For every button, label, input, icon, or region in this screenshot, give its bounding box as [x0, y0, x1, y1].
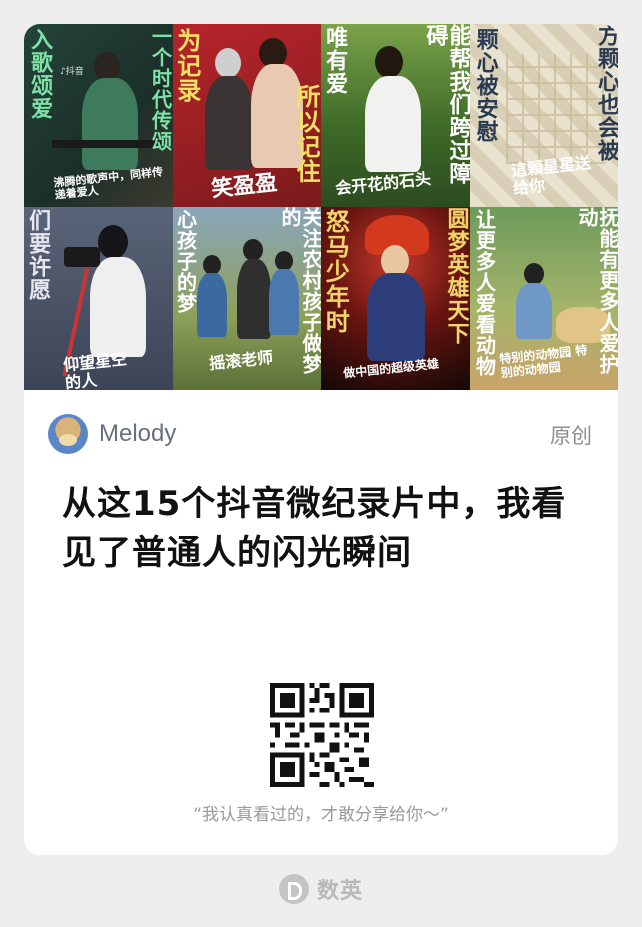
- brand-logo-icon: [278, 874, 309, 904]
- poster-4-side: 方颗心也会被: [594, 24, 618, 162]
- brand-name: 数英: [316, 879, 363, 904]
- poster-6-headline: 心孩子的梦: [173, 209, 198, 314]
- poster-7-headline: 怒马少年时: [321, 209, 351, 334]
- poster-figure-body: [365, 76, 421, 172]
- poster-figure-body: [515, 283, 552, 339]
- poster-4[interactable]: 颗心被安慰 方颗心也会被 這顆星星送给你: [469, 24, 618, 207]
- poster-5-headline: 们要许愿: [25, 209, 52, 301]
- poster-1-caption: 沸腾的歌声中，同样传递着爱人: [52, 165, 164, 202]
- poster-2[interactable]: 为记录 所以记住 笑盈盈: [172, 24, 321, 207]
- poster-figure-body: [90, 257, 146, 357]
- share-caption: “我认真看过的，才敢分享给你～”: [193, 805, 449, 825]
- poster-figure: [242, 239, 263, 261]
- poster-2-caption: 笑盈盈: [209, 169, 278, 203]
- poster-figure: [214, 48, 241, 78]
- poster-3-headline: 唯有爱: [322, 26, 349, 95]
- poster-3-caption: 会开花的石头: [334, 169, 432, 198]
- poster-6[interactable]: 心孩子的梦 关注农村孩子做梦的 摇滚老师: [172, 207, 321, 390]
- drawing-grid: [505, 54, 606, 164]
- poster-figure: [523, 263, 544, 285]
- poster-1[interactable]: 入歌颂爱 一个时代传颂 沸腾的歌声中，同样传递着爱人 ♪抖音: [24, 24, 173, 207]
- poster-4-caption: 這顆星星送给你: [509, 152, 592, 198]
- poster-7-side: 圆梦英雄天下: [443, 207, 470, 345]
- poster-figure: [375, 46, 403, 78]
- poster-figure-body: [82, 78, 138, 170]
- douyin-logo: ♪抖音: [60, 67, 84, 77]
- footer-brand[interactable]: 数英: [0, 871, 642, 907]
- poster-figure-body: [367, 273, 425, 361]
- poster-4-headline: 颗心被安慰: [472, 28, 499, 143]
- qr-code: [270, 683, 374, 787]
- poster-6-side: 关注农村孩子做梦的: [278, 207, 321, 375]
- poster-1-side: 一个时代传颂: [148, 26, 173, 152]
- table-shape: [52, 140, 162, 148]
- author-row[interactable]: Melody 原创: [48, 414, 594, 454]
- author-name[interactable]: Melody: [99, 420, 176, 448]
- poster-figure-body: [196, 273, 227, 337]
- poster-8-headline: 让更多人爱看动物: [472, 209, 497, 377]
- article-title[interactable]: 从这15个抖音微纪录片中，我看见了普通人的闪光瞬间: [62, 480, 582, 578]
- poster-6-caption: 摇滚老师: [207, 347, 274, 374]
- poster-5-caption: 仰望星空的人: [62, 349, 128, 390]
- poster-figure-body: [236, 259, 271, 339]
- avatar[interactable]: [48, 414, 88, 454]
- poster-1-headline: 入歌颂爱: [27, 28, 54, 120]
- poster-5[interactable]: 们要许愿 仰望星空的人: [24, 207, 173, 390]
- camera-shape: [64, 247, 100, 267]
- poster-2-headline: 为记录: [172, 28, 202, 103]
- poster-figure-body: [204, 76, 253, 170]
- original-badge: 原创: [550, 424, 592, 448]
- poster-figure: [98, 225, 128, 259]
- poster-3[interactable]: 唯有爱 能帮我们跨过障碍 会开花的石头: [321, 24, 470, 207]
- share-card: 入歌颂爱 一个时代传颂 沸腾的歌声中，同样传递着爱人 ♪抖音 为记录 所以记住 …: [24, 24, 618, 855]
- poster-collage[interactable]: 入歌颂爱 一个时代传颂 沸腾的歌声中，同样传递着爱人 ♪抖音 为记录 所以记住 …: [24, 24, 618, 390]
- poster-figure: [202, 255, 221, 275]
- poster-8[interactable]: 让更多人爱看动物 抚能有更多人爱护动 特别的动物园 特别的动物园: [469, 207, 618, 390]
- poster-2-side: 所以记住: [292, 84, 321, 184]
- poster-7[interactable]: 怒马少年时 圆梦英雄天下 做中国的超级英雄: [321, 207, 470, 390]
